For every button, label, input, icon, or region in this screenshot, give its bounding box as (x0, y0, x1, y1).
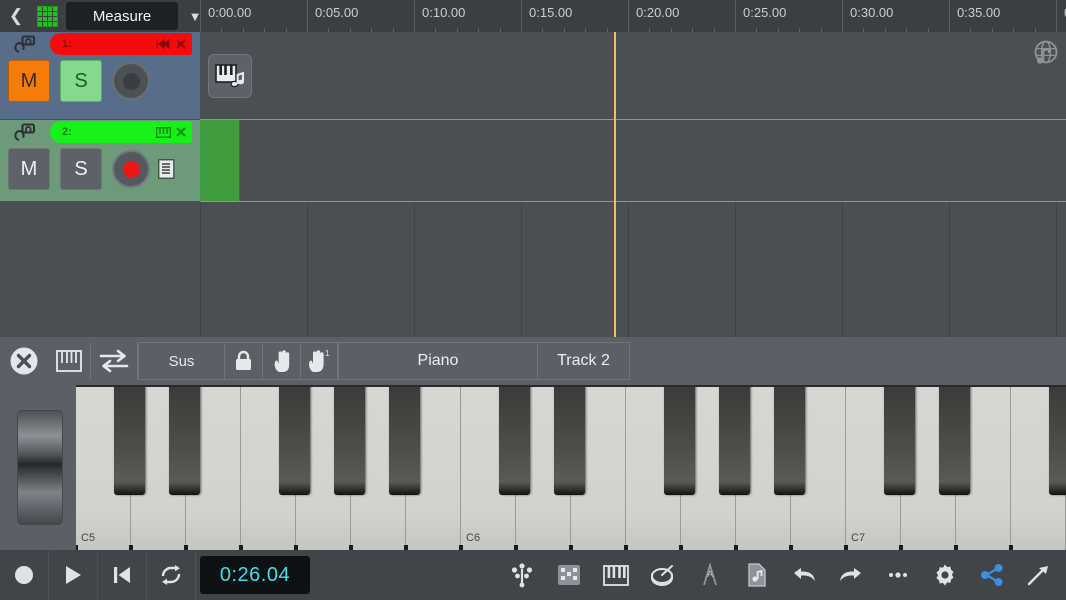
back-button[interactable]: ❮ (0, 0, 32, 32)
solo-label: S (74, 69, 88, 92)
piano-key-label: C7 (851, 532, 866, 544)
track-header-2[interactable]: 2: M S (0, 120, 200, 201)
piano-black-key[interactable] (113, 385, 145, 495)
lock-icon[interactable] (0, 32, 50, 56)
piano-black-key[interactable] (388, 385, 420, 495)
sustain-label: Sus (168, 352, 195, 370)
keyboard-icon[interactable] (156, 126, 171, 138)
track-label-2: 2: (62, 126, 72, 138)
play-button[interactable] (49, 550, 98, 600)
tuner-icon[interactable]: A (686, 550, 733, 600)
fast-forward-icon[interactable] (156, 39, 171, 49)
wheel-zone (0, 385, 76, 550)
tab-track2[interactable]: Track 2 (538, 342, 630, 380)
app-root: ❮ Measure ▼ 0:00.00 0:05.00 0:10.00 0:15.00… (0, 0, 1066, 600)
piano-black-key[interactable] (773, 385, 805, 495)
time-display[interactable]: 0:26.04 (200, 556, 310, 594)
tab-track2-label: Track 2 (557, 352, 610, 369)
track-lane-2[interactable] (200, 120, 1066, 201)
sustain-button[interactable]: Sus (138, 342, 224, 380)
arrange-view: 1: M S 2: M S (0, 32, 1066, 337)
track-header-1[interactable]: 1: M S (0, 32, 200, 119)
mute-button-2[interactable]: M (8, 148, 50, 190)
solo-button-1[interactable]: S (60, 60, 102, 102)
close-icon[interactable] (176, 39, 186, 49)
record-button[interactable] (0, 550, 49, 600)
tools-icon[interactable] (1015, 550, 1062, 600)
close-circle-icon[interactable] (0, 342, 48, 380)
track-name-bar-1[interactable]: 1: (50, 33, 192, 55)
piano-black-key[interactable] (553, 385, 585, 495)
volume-knob-1[interactable] (112, 62, 150, 100)
lane-divider (200, 201, 1066, 202)
timeline-ruler[interactable]: 0:00.00 0:05.00 0:10.00 0:15.00 0:20.00 0:25.… (200, 0, 1066, 32)
svg-text:A: A (707, 569, 713, 579)
keyboard-icon[interactable] (592, 550, 639, 600)
piano-black-key[interactable] (498, 385, 530, 495)
more-icon[interactable] (874, 550, 921, 600)
lock-icon[interactable] (224, 342, 262, 380)
mute-label: M (20, 157, 38, 180)
keyboard-icon[interactable] (48, 342, 90, 380)
piano-black-key[interactable] (333, 385, 365, 495)
record-arm-button-2[interactable] (112, 150, 150, 188)
piano-keyboard-area: C5 C6 C7 (0, 385, 1066, 550)
piano-black-key[interactable] (718, 385, 750, 495)
undo-icon[interactable] (780, 550, 827, 600)
piano-black-key[interactable] (883, 385, 915, 495)
hand-one-icon[interactable]: 1 (300, 342, 338, 380)
timeline-grid[interactable] (200, 32, 1066, 337)
midi-clip[interactable] (200, 120, 240, 201)
globe-music-icon[interactable] (1028, 36, 1062, 70)
piano-black-key[interactable] (938, 385, 970, 495)
piano-note-icon[interactable] (208, 54, 252, 98)
redo-icon[interactable] (827, 550, 874, 600)
piano-black-key[interactable] (663, 385, 695, 495)
close-icon[interactable] (176, 127, 186, 137)
effects-molecule-icon[interactable] (498, 550, 545, 600)
settings-gear-icon[interactable] (921, 550, 968, 600)
mute-button-1[interactable]: M (8, 60, 50, 102)
piano-key-label: C6 (466, 532, 481, 544)
mixer-icon[interactable] (545, 550, 592, 600)
piano-black-key[interactable] (278, 385, 310, 495)
transport-right-icons: A (498, 550, 1062, 600)
measure-mode-label: Measure (92, 7, 152, 25)
time-value: 0:26.04 (219, 563, 291, 586)
pitch-wheel[interactable] (17, 410, 63, 525)
rewind-to-start-button[interactable] (98, 550, 147, 600)
lock-icon[interactable] (0, 120, 50, 144)
piano-toolbar: Sus 1 Piano Track 2 (0, 337, 1066, 385)
piano-key-label: C5 (81, 532, 96, 544)
piano-black-key[interactable] (1048, 385, 1066, 495)
piano-keys[interactable]: C5 C6 C7 (76, 385, 1066, 550)
track-label-1: 1: (62, 38, 72, 50)
mute-label: M (20, 69, 38, 92)
grid-icon[interactable] (32, 0, 62, 32)
loop-button[interactable] (147, 550, 196, 600)
track-list-icon-2[interactable] (158, 159, 175, 179)
hand-icon[interactable] (262, 342, 300, 380)
share-icon[interactable] (968, 550, 1015, 600)
tab-piano-label: Piano (417, 352, 459, 369)
playhead[interactable] (614, 32, 616, 337)
track-lane-1[interactable] (200, 32, 1066, 119)
track-headers: 1: M S 2: M S (0, 32, 200, 337)
track-name-bar-2[interactable]: 2: (50, 121, 192, 143)
ruler-tick: 0:40.00 (1056, 0, 1066, 32)
lane-divider (200, 119, 1066, 120)
measure-mode-button[interactable]: Measure (66, 2, 178, 30)
solo-button-2[interactable]: S (60, 148, 102, 190)
transport-bar: 0:26.04 A (0, 550, 1066, 600)
swap-arrows-icon[interactable] (91, 342, 137, 380)
file-note-icon[interactable] (733, 550, 780, 600)
drum-icon[interactable] (639, 550, 686, 600)
svg-text:1: 1 (325, 349, 330, 358)
piano-black-key[interactable] (168, 385, 200, 495)
solo-label: S (74, 157, 88, 180)
tab-piano[interactable]: Piano (338, 342, 538, 380)
